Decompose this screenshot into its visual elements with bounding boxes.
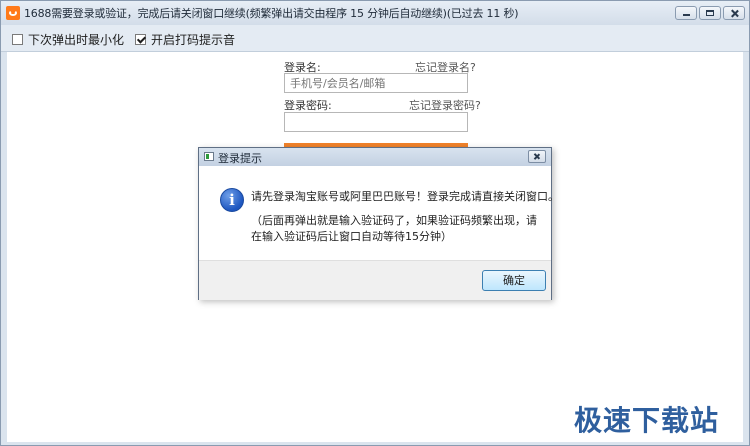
login-prompt-dialog: 登录提示 i 请先登录淘宝账号或阿里巴巴账号！登录完成请直接关闭窗口。 （后面再… bbox=[198, 147, 559, 300]
site-watermark: 极速下载站 bbox=[574, 404, 720, 437]
minimize-button[interactable] bbox=[675, 6, 697, 20]
main-window: 1688需要登录或验证，完成后请关闭窗口继续(频繁弹出请交由程序 15 分钟后自… bbox=[0, 0, 750, 446]
minimize-on-popup-checkbox[interactable]: 下次弹出时最小化 bbox=[12, 31, 124, 48]
title-bar: 1688需要登录或验证，完成后请关闭窗口继续(频繁弹出请交由程序 15 分钟后自… bbox=[1, 1, 749, 25]
password-label: 登录密码: bbox=[284, 99, 332, 112]
checkbox-checked-icon[interactable] bbox=[135, 34, 146, 45]
dialog-footer: 确定 bbox=[199, 260, 551, 300]
checkbox-unchecked-icon[interactable] bbox=[12, 34, 23, 45]
maximize-button[interactable] bbox=[699, 6, 721, 20]
close-button[interactable] bbox=[723, 6, 745, 20]
dialog-message: 请先登录淘宝账号或阿里巴巴账号！登录完成请直接关闭窗口。 bbox=[251, 190, 559, 203]
forgot-password-link[interactable]: 忘记登录密码? bbox=[409, 97, 481, 113]
dialog-title-bar: 登录提示 bbox=[199, 148, 551, 166]
dialog-note: （后面再弹出就是输入验证码了，如果验证码频繁出现，请在输入验证码后让窗口自动等待… bbox=[251, 214, 537, 243]
options-bar: 下次弹出时最小化 开启打码提示音 bbox=[1, 25, 749, 52]
checkbox-label: 下次弹出时最小化 bbox=[28, 33, 125, 47]
window-title: 1688需要登录或验证，完成后请关闭窗口继续(频繁弹出请交由程序 15 分钟后自… bbox=[24, 7, 519, 20]
ok-button[interactable]: 确定 bbox=[482, 270, 546, 291]
dialog-title: 登录提示 bbox=[218, 152, 262, 165]
username-input[interactable] bbox=[284, 73, 468, 93]
app-logo-icon bbox=[6, 6, 20, 20]
info-icon: i bbox=[220, 188, 244, 212]
password-input[interactable] bbox=[284, 112, 468, 132]
captcha-sound-checkbox[interactable]: 开启打码提示音 bbox=[135, 31, 235, 48]
dialog-window-icon bbox=[204, 152, 214, 161]
dialog-close-button[interactable] bbox=[528, 150, 546, 163]
checkbox-label: 开启打码提示音 bbox=[151, 33, 236, 47]
